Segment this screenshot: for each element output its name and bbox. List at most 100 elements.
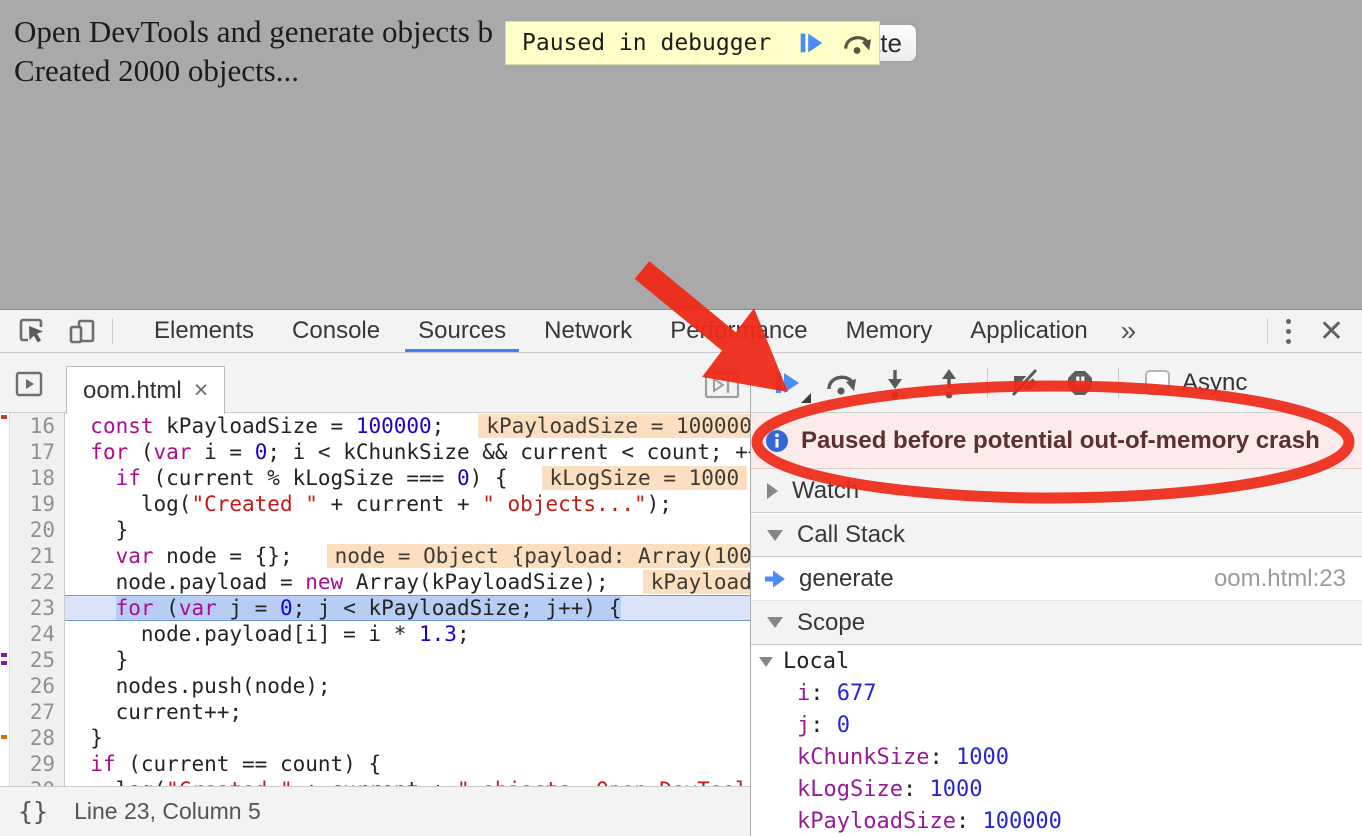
editor-tab-strip: oom.html ×: [0, 353, 750, 413]
line-number[interactable]: 20: [10, 517, 64, 543]
code-line[interactable]: if (current % kLogSize === 0) {kLogSize …: [65, 465, 750, 491]
file-tab-label: oom.html: [83, 377, 182, 405]
async-checkbox[interactable]: [1145, 370, 1170, 395]
resume-script-button[interactable]: [771, 367, 803, 399]
more-menu-icon[interactable]: [1268, 319, 1309, 344]
deactivate-breakpoints-icon[interactable]: [1010, 367, 1042, 399]
scope-variable-kLogSize[interactable]: kLogSize: 1000: [751, 774, 1362, 806]
navigator-sliver: [0, 413, 10, 786]
line-number[interactable]: 21: [10, 543, 64, 569]
scope-variable-i[interactable]: i: 677: [751, 678, 1362, 710]
code-line[interactable]: var node = {};node = Object {payload: Ar…: [65, 543, 750, 569]
code-line[interactable]: log("Created " + current + " objects. Op…: [65, 777, 750, 786]
tab-elements[interactable]: Elements: [135, 310, 273, 352]
code-line[interactable]: const kPayloadSize = 100000;kPayloadSize…: [65, 413, 750, 439]
scope-section-header[interactable]: Scope: [751, 601, 1362, 645]
tab-console[interactable]: Console: [273, 310, 399, 352]
inline-value-annotation: kLogSize = 1000: [542, 466, 748, 490]
code-line[interactable]: node.payload = new Array(kPayloadSize);k…: [65, 569, 750, 595]
scope-variable-kChunkSize[interactable]: kChunkSize: 1000: [751, 742, 1362, 774]
inspect-element-icon[interactable]: [16, 315, 48, 347]
watch-label: Watch: [792, 477, 859, 505]
frame-function-name: generate: [799, 565, 894, 593]
device-toolbar-icon[interactable]: [66, 315, 98, 347]
overlay-step-over-button[interactable]: [833, 22, 879, 64]
line-number[interactable]: 29: [10, 751, 64, 777]
code-line[interactable]: log("Created " + current + " objects..."…: [65, 491, 750, 517]
watch-section-header[interactable]: Watch: [751, 469, 1362, 513]
page-text-line1: Open DevTools and generate objects b: [14, 12, 493, 51]
editor-status-bar: {} Line 23, Column 5: [0, 786, 750, 836]
call-stack-section-header[interactable]: Call Stack: [751, 513, 1362, 557]
line-number[interactable]: 26: [10, 673, 64, 699]
async-label: Async: [1182, 369, 1247, 397]
page-text: Open DevTools and generate objects b Cre…: [14, 12, 493, 90]
file-tab-oom-html[interactable]: oom.html ×: [66, 366, 225, 414]
line-number[interactable]: 23: [10, 595, 64, 621]
code-line[interactable]: node.payload[i] = i * 1.3;: [65, 621, 750, 647]
line-number[interactable]: 27: [10, 699, 64, 725]
line-number[interactable]: 17: [10, 439, 64, 465]
web-page-area: Open DevTools and generate objects b Cre…: [0, 0, 1362, 309]
line-number[interactable]: 18: [10, 465, 64, 491]
line-number[interactable]: 22: [10, 569, 64, 595]
chevron-down-icon: [767, 530, 783, 541]
debugger-sidebar: Async Paused before potential out-of-mem…: [751, 353, 1362, 836]
file-tab-close-icon[interactable]: ×: [194, 376, 209, 405]
gutter[interactable]: 161718192021222324252627282930: [10, 413, 65, 786]
scope-var-list: i: 677j: 0kChunkSize: 1000kLogSize: 1000…: [751, 678, 1362, 836]
step-over-icon[interactable]: [825, 367, 857, 399]
code-editor[interactable]: 161718192021222324252627282930 const kPa…: [0, 413, 750, 786]
paused-overlay-label: Paused in debugger: [506, 22, 787, 64]
paused-in-debugger-overlay: Paused in debugger: [505, 21, 880, 65]
more-tabs-chevron[interactable]: »: [1107, 315, 1151, 347]
code-line-current[interactable]: for (var j = 0; j < kPayloadSize; j++) {: [65, 595, 750, 621]
call-stack-frame[interactable]: generate oom.html:23: [751, 557, 1362, 601]
line-number[interactable]: 16: [10, 413, 64, 439]
code-line[interactable]: if (current == count) {: [65, 751, 750, 777]
code-line[interactable]: }: [65, 725, 750, 751]
code-line[interactable]: }: [65, 517, 750, 543]
scope-variable-j[interactable]: j: 0: [751, 710, 1362, 742]
toolbar-divider: [1118, 368, 1119, 398]
tab-memory[interactable]: Memory: [827, 310, 952, 352]
pretty-print-icon[interactable]: {}: [0, 797, 74, 826]
show-navigator-icon[interactable]: [13, 368, 45, 400]
inline-value-annotation: kPayloadSize = 100000: [478, 414, 750, 438]
resume-icon: [796, 28, 826, 58]
overlay-resume-button[interactable]: [787, 22, 833, 64]
inline-value-annotation: kPayloadSize = 100000: [643, 570, 750, 594]
scope-variable-kPayloadSize[interactable]: kPayloadSize: 100000: [751, 806, 1362, 836]
step-out-icon[interactable]: [933, 367, 965, 399]
line-number[interactable]: 25: [10, 647, 64, 673]
devtools-main-tabbar: ElementsConsoleSourcesNetworkPerformance…: [0, 310, 1362, 353]
line-number[interactable]: 28: [10, 725, 64, 751]
tab-application[interactable]: Application: [951, 310, 1106, 352]
code-line[interactable]: }: [65, 647, 750, 673]
code-line[interactable]: for (var i = 0; i < kChunkSize && curren…: [65, 439, 750, 465]
chevron-down-icon: [759, 657, 773, 667]
line-number[interactable]: 19: [10, 491, 64, 517]
code-area[interactable]: const kPayloadSize = 100000;kPayloadSize…: [65, 413, 750, 786]
step-into-icon[interactable]: [879, 367, 911, 399]
line-number[interactable]: 30: [10, 777, 64, 786]
pause-on-exceptions-icon[interactable]: [1064, 367, 1096, 399]
line-number[interactable]: 24: [10, 621, 64, 647]
tab-network[interactable]: Network: [525, 310, 651, 352]
scope-group-local[interactable]: Local: [751, 645, 1362, 678]
debugger-toolbar: Async: [751, 353, 1362, 413]
page-text-line2: Created 2000 objects...: [14, 51, 493, 90]
scope-group-label: Local: [783, 649, 849, 674]
info-icon: [765, 429, 789, 453]
close-icon[interactable]: ✕: [1309, 314, 1362, 349]
paused-reason-text: Paused before potential out-of-memory cr…: [801, 427, 1320, 455]
tab-sources[interactable]: Sources: [399, 310, 525, 352]
code-line[interactable]: current++;: [65, 699, 750, 725]
preview-panel-icon[interactable]: [704, 370, 740, 400]
scope-tree: Local i: 677j: 0kChunkSize: 1000kLogSize…: [751, 645, 1362, 836]
main-tabs: ElementsConsoleSourcesNetworkPerformance…: [135, 310, 1107, 352]
code-line[interactable]: nodes.push(node);: [65, 673, 750, 699]
current-frame-arrow-icon: [763, 566, 789, 592]
frame-location[interactable]: oom.html:23: [1214, 565, 1346, 593]
tab-performance[interactable]: Performance: [651, 310, 826, 352]
